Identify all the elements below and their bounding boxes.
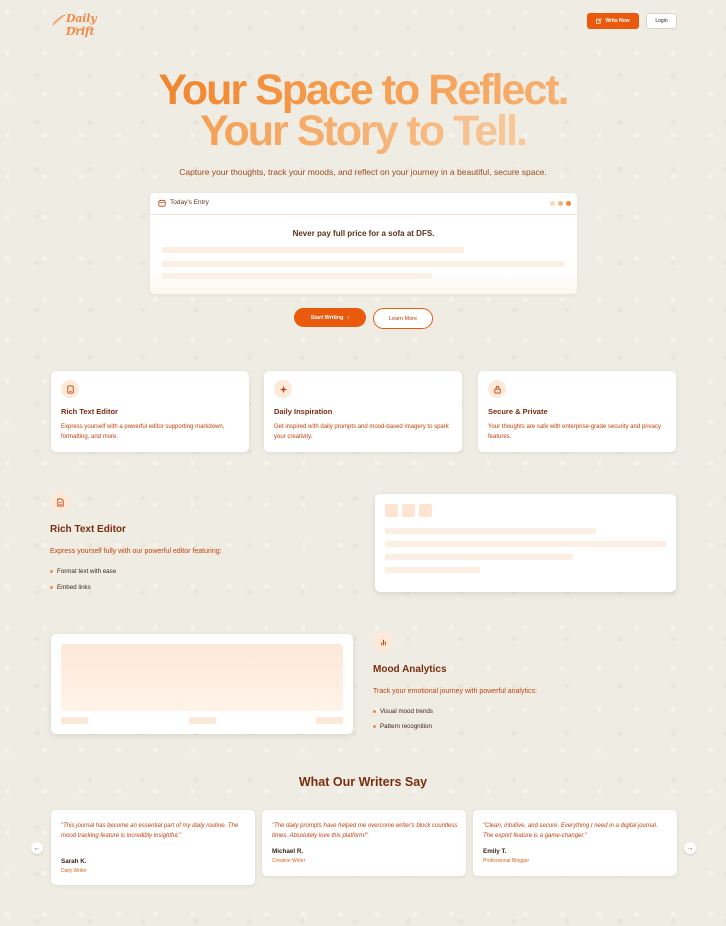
chart-label-placeholder [316, 717, 343, 724]
start-writing-label: Start Writing [310, 314, 344, 321]
feature-title: Daily Inspiration [274, 407, 333, 416]
testimonial-quote: "The daily prompts have helped me overco… [272, 823, 458, 839]
start-writing-button[interactable]: Start Writing › [294, 308, 366, 327]
testimonial-card: "This journal has become an essential pa… [51, 810, 255, 885]
feature-card-inspiration: Daily Inspiration Get inspired with dail… [264, 371, 462, 452]
write-now-button[interactable]: Write Now [587, 13, 639, 29]
testimonial-card: "The daily prompts have helped me overco… [262, 810, 466, 876]
rich-editor-title: Rich Text Editor [50, 524, 126, 535]
testimonial-role: Creative Writer [272, 858, 306, 864]
list-item: Format text with ease [50, 568, 116, 575]
lock-icon [488, 380, 506, 398]
hero-heading-line2: Your Story to Tell. [200, 107, 528, 155]
list-item: Pattern recognition [373, 723, 432, 730]
feature-title: Rich Text Editor [61, 407, 118, 416]
feature-card-secure: Secure & Private Your thoughts are safe … [478, 371, 676, 452]
chart-placeholder [61, 644, 343, 711]
testimonial-quote: "Clean, intuitive, and secure. Everythin… [483, 823, 658, 839]
dot-icon [558, 201, 563, 206]
list-item: Embed links [50, 584, 91, 591]
chart-label-placeholder [189, 717, 216, 724]
login-button[interactable]: Login [646, 13, 677, 29]
feature-desc: Get inspired with daily prompts and mood… [274, 424, 449, 440]
sparkle-icon [274, 380, 292, 398]
testimonial-name: Sarah K. [61, 858, 87, 865]
document-icon [50, 492, 70, 512]
feature-card-editor: Rich Text Editor Express yourself with a… [51, 371, 249, 452]
testimonial-name: Michael R. [272, 848, 304, 855]
testimonial-role: Daily Writer [61, 868, 87, 874]
toolbar-placeholder [402, 504, 415, 517]
entry-text: Never pay full price for a sofa at DFS. [292, 229, 435, 238]
fade-overlay [150, 272, 577, 294]
feature-desc: Your thoughts are safe with enterprise-g… [488, 424, 661, 440]
list-item: Visual mood trends [373, 708, 433, 715]
dot-icon [566, 201, 571, 206]
feature-desc: Express yourself with a powerful editor … [61, 424, 225, 440]
toolbar-placeholder [419, 504, 432, 517]
chevron-right-icon: › [347, 314, 350, 321]
window-dots [550, 201, 571, 206]
analytics-mockup [51, 634, 353, 734]
feature-title: Secure & Private [488, 407, 548, 416]
rich-editor-desc: Express yourself fully with our powerful… [50, 548, 222, 555]
placeholder-line [162, 261, 565, 267]
bar-chart-icon [373, 632, 393, 652]
hero-subtitle: Capture your thoughts, track your moods,… [179, 167, 547, 177]
editor-mockup [375, 494, 676, 592]
testimonial-card: "Clean, intuitive, and secure. Everythin… [473, 810, 677, 876]
testimonial-name: Emily T. [483, 848, 507, 855]
learn-more-button[interactable]: Learn More [373, 308, 433, 329]
mood-analytics-title: Mood Analytics [373, 664, 447, 675]
arrow-left-icon[interactable]: ← [31, 842, 43, 854]
entry-preview-card: Today's Entry Never pay full price for a… [150, 193, 577, 294]
chart-label-placeholder [61, 717, 88, 724]
placeholder-line [385, 528, 596, 534]
toolbar-placeholder [385, 504, 398, 517]
hero-heading-line1: Your Space to Reflect. [158, 66, 569, 114]
testimonials-heading: What Our Writers Say [298, 775, 428, 789]
mood-analytics-desc: Track your emotional journey with powerf… [373, 688, 537, 695]
entry-title: Today's Entry [170, 199, 209, 206]
book-icon [61, 380, 79, 398]
dot-icon [550, 201, 555, 206]
feather-icon [52, 14, 66, 26]
logo-tagline: your daily journal [66, 26, 89, 30]
testimonial-quote: "This journal has become an essential pa… [61, 823, 239, 839]
logo-text: Daily Drift [66, 12, 97, 38]
arrow-right-icon[interactable]: → [684, 842, 696, 854]
testimonial-role: Professional Blogger [483, 858, 530, 864]
calendar-icon [158, 199, 166, 207]
edit-icon [596, 18, 602, 24]
placeholder-line [385, 567, 480, 573]
logo[interactable]: Daily Drift your daily journal [52, 12, 118, 38]
placeholder-line [385, 554, 573, 560]
placeholder-line [385, 541, 667, 547]
write-now-label: Write Now [605, 18, 630, 24]
entry-header: Today's Entry [150, 193, 577, 215]
placeholder-line [162, 247, 464, 253]
